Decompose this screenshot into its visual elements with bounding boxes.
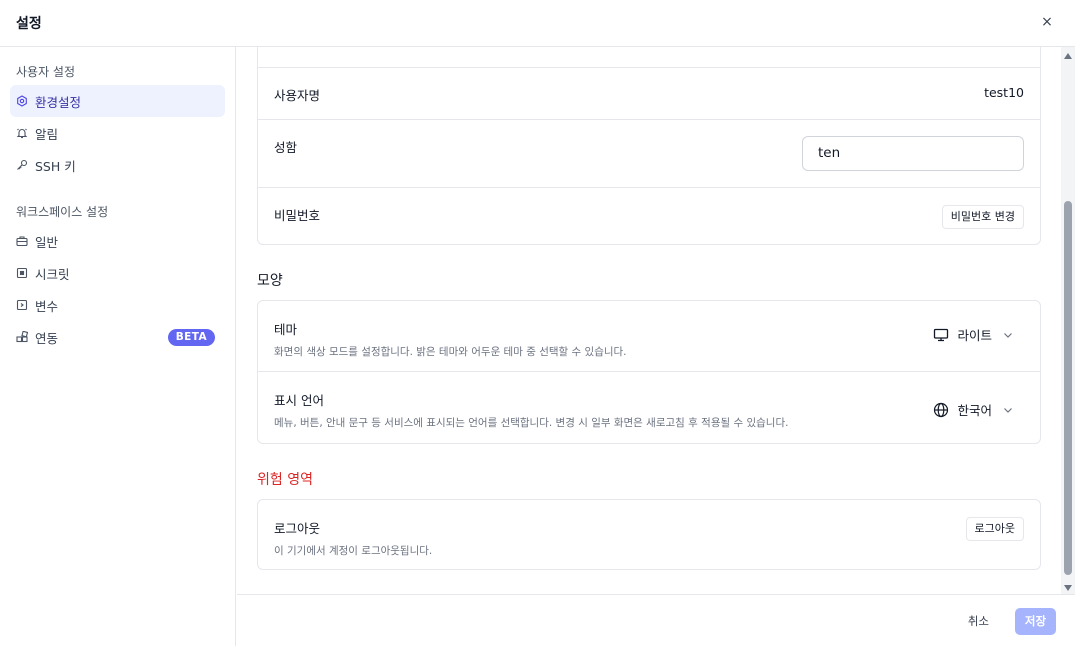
account-card: 사용자명 test10 성함 ten 비밀번호 비밀번호 변경 <box>257 47 1041 245</box>
sidebar-item-secrets[interactable]: 시크릿 <box>10 257 225 289</box>
beta-badge: BETA <box>167 329 215 346</box>
sidebar-item-preferences[interactable]: 환경설정 <box>10 85 225 117</box>
modal-title: 설정 <box>16 16 42 32</box>
settings-content: 사용자명 test10 성함 ten 비밀번호 비밀번호 변경 모양 테마 화면… <box>237 47 1061 594</box>
save-button[interactable]: 저장 <box>1015 608 1056 635</box>
appearance-section-title: 모양 <box>257 273 283 289</box>
theme-select-value: 라이트 <box>957 328 992 343</box>
language-select-value: 한국어 <box>957 403 992 418</box>
sidebar-item-label: 변수 <box>35 298 59 314</box>
sidebar-item-ssh-keys[interactable]: SSH 키 <box>10 149 225 181</box>
sidebar-item-general[interactable]: 일반 <box>10 225 225 257</box>
logout-description: 이 기기에서 계정이 로그아웃됩니다. <box>274 545 433 557</box>
content-scrollbar[interactable] <box>1061 47 1075 594</box>
theme-description: 화면의 색상 모드를 설정합니다. 밝은 테마와 어두운 테마 중 선택할 수 … <box>274 346 627 358</box>
close-icon[interactable]: × <box>1039 14 1055 30</box>
name-input[interactable]: ten <box>802 136 1024 171</box>
danger-zone-title: 위험 영역 <box>257 472 313 488</box>
key-icon <box>16 159 28 171</box>
modal-footer: 취소 저장 <box>237 594 1075 646</box>
appearance-card: 테마 화면의 색상 모드를 설정합니다. 밝은 테마와 어두운 테마 중 선택할… <box>257 300 1041 444</box>
logout-label: 로그아웃 <box>274 521 321 536</box>
sidebar-item-label: 시크릿 <box>35 266 70 282</box>
modal-header: 설정 × <box>0 0 1075 47</box>
workspace-settings-group-title: 워크스페이스 설정 <box>16 205 109 219</box>
sidebar-item-variables[interactable]: 변수 <box>10 289 225 321</box>
bell-icon <box>16 127 28 139</box>
settings-sidebar: 사용자 설정 환경설정 알림 SSH 키 워크스페이스 설정 일반 시크릿 변수… <box>0 47 236 646</box>
scroll-up-arrow-icon[interactable] <box>1064 53 1072 59</box>
chevron-down-icon <box>1002 404 1014 416</box>
theme-row: 테마 화면의 색상 모드를 설정합니다. 밝은 테마와 어두운 테마 중 선택할… <box>258 301 1040 372</box>
logout-button[interactable]: 로그아웃 <box>965 517 1024 541</box>
username-row: 사용자명 test10 <box>258 68 1040 120</box>
briefcase-icon <box>16 235 28 247</box>
variable-box-icon <box>16 299 28 311</box>
change-password-button[interactable]: 비밀번호 변경 <box>941 205 1024 229</box>
sidebar-item-label: 연동 <box>35 330 59 346</box>
sidebar-item-label: 일반 <box>35 234 59 250</box>
monitor-icon <box>933 327 949 343</box>
integration-icon <box>16 331 28 343</box>
language-row: 표시 언어 메뉴, 버튼, 안내 문구 등 서비스에 표시되는 언어를 선택합니… <box>258 372 1040 444</box>
scroll-down-arrow-icon[interactable] <box>1064 585 1072 591</box>
name-row: 성함 ten <box>258 120 1040 188</box>
name-label: 성함 <box>274 140 298 155</box>
password-label: 비밀번호 <box>274 208 321 223</box>
sidebar-item-label: 알림 <box>35 126 59 142</box>
username-label: 사용자명 <box>274 88 321 103</box>
username-value: test10 <box>984 85 1024 100</box>
gear-icon <box>16 95 28 107</box>
settings-modal: 설정 × 사용자 설정 환경설정 알림 SSH 키 워크스페이스 설정 일반 시… <box>0 0 1075 646</box>
password-row: 비밀번호 비밀번호 변경 <box>258 188 1040 244</box>
scrollbar-thumb[interactable] <box>1064 201 1072 575</box>
logout-row: 로그아웃 이 기기에서 계정이 로그아웃됩니다. 로그아웃 <box>258 500 1040 569</box>
language-label: 표시 언어 <box>274 393 324 408</box>
language-description: 메뉴, 버튼, 안내 문구 등 서비스에 표시되는 언어를 선택합니다. 변경 … <box>274 417 789 429</box>
language-select[interactable]: 한국어 <box>933 400 1014 419</box>
cancel-button[interactable]: 취소 <box>960 608 997 634</box>
secret-box-icon <box>16 267 28 279</box>
globe-icon <box>933 402 949 418</box>
user-settings-group-title: 사용자 설정 <box>16 65 76 79</box>
danger-card: 로그아웃 이 기기에서 계정이 로그아웃됩니다. 로그아웃 <box>257 499 1041 570</box>
account-row-top <box>258 47 1040 68</box>
sidebar-item-notifications[interactable]: 알림 <box>10 117 225 149</box>
theme-label: 테마 <box>274 322 298 337</box>
chevron-down-icon <box>1002 329 1014 341</box>
sidebar-item-label: 환경설정 <box>35 94 82 110</box>
sidebar-item-integrations[interactable]: 연동 BETA <box>10 321 225 353</box>
theme-select[interactable]: 라이트 <box>933 325 1014 344</box>
sidebar-item-label: SSH 키 <box>35 158 76 174</box>
